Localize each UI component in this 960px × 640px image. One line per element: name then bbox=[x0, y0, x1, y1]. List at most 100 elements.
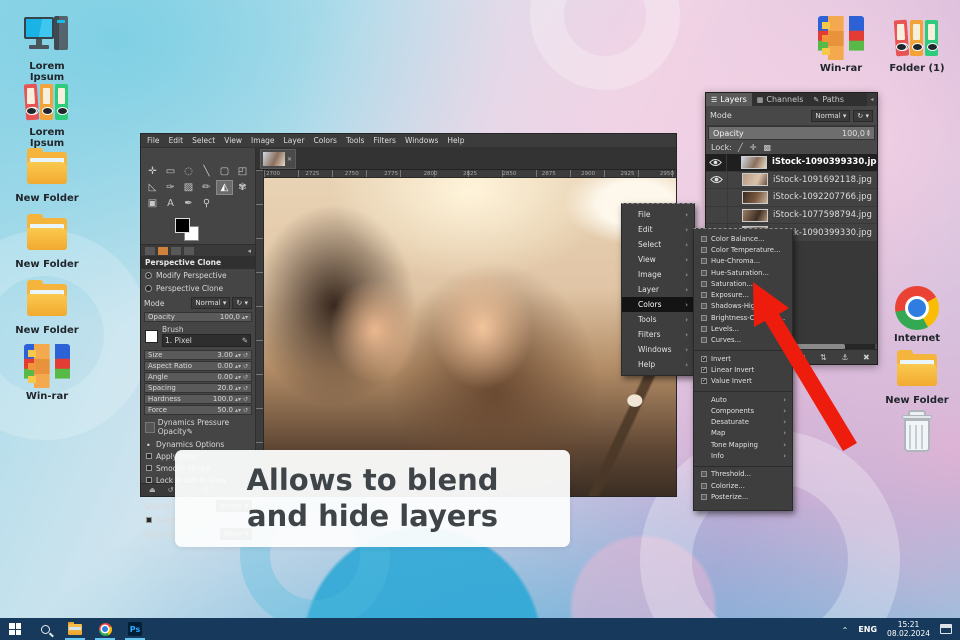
tool-option-slider[interactable]: Hardness 100.0 ▴▾ ↺ bbox=[144, 394, 252, 404]
menu-item[interactable]: Select bbox=[192, 136, 215, 145]
taskbar-explorer-button[interactable] bbox=[60, 618, 90, 640]
menu-item[interactable]: Filters bbox=[373, 136, 395, 145]
submenu-item[interactable]: Brightness-Contrast... › bbox=[694, 312, 792, 323]
checkbox[interactable] bbox=[146, 441, 152, 447]
tool-option-slider[interactable]: Size 3.00 ▴▾ ↺ bbox=[144, 350, 252, 360]
merge-layer-button[interactable]: ⇅ bbox=[820, 353, 827, 362]
mode-dropdown[interactable]: Normal ▾ bbox=[191, 297, 231, 309]
menu-item[interactable]: Edit bbox=[169, 136, 184, 145]
menu-item[interactable]: View bbox=[224, 136, 242, 145]
airbrush-tool-button[interactable]: ✏ bbox=[198, 180, 215, 195]
tool-option-slider[interactable]: Spacing 20.0 ▴▾ ↺ bbox=[144, 383, 252, 393]
eraser-tool-button[interactable]: ▨ bbox=[180, 180, 197, 195]
lock-toggle-icon[interactable]: ▩ bbox=[763, 143, 771, 152]
tool-option-radio[interactable]: Perspective Clone bbox=[141, 282, 255, 295]
visibility-toggle[interactable] bbox=[706, 171, 728, 189]
spinner-icon[interactable]: ▲ ▼ bbox=[867, 129, 870, 137]
radio-dot[interactable] bbox=[145, 272, 152, 279]
context-menu-item[interactable]: Layer › bbox=[622, 282, 694, 297]
delete-layer-button[interactable]: ✖ bbox=[863, 353, 870, 362]
layer-name[interactable]: iStock-1077598794.jpg bbox=[773, 210, 872, 220]
context-menu-item[interactable]: Edit › bbox=[622, 222, 694, 237]
visibility-toggle[interactable] bbox=[706, 154, 727, 171]
measure-tool-button[interactable]: ╲ bbox=[198, 164, 215, 179]
tool-opacity-slider[interactable]: Opacity 100,0 ▴▾ bbox=[144, 312, 252, 322]
layer-name[interactable]: iStock-1092207766.jpg bbox=[773, 192, 872, 202]
submenu-item[interactable]: Exposure... › bbox=[694, 289, 792, 300]
context-menu-item[interactable]: File › bbox=[622, 207, 694, 222]
menu-item[interactable]: Colors bbox=[313, 136, 337, 145]
layer-row[interactable]: iStock-1077598794.jpg bbox=[706, 206, 877, 225]
menu-item[interactable]: Layer bbox=[284, 136, 305, 145]
spinner-icon[interactable]: ▴▾ bbox=[242, 314, 248, 321]
reset-icon[interactable]: ↺ bbox=[243, 374, 248, 381]
checkbox[interactable] bbox=[146, 453, 152, 459]
dock-tab[interactable] bbox=[184, 246, 194, 255]
layer-row[interactable]: iStock-1092207766.jpg bbox=[706, 189, 877, 207]
perspective-clone-tool-button[interactable]: ◭ bbox=[216, 180, 233, 195]
free-select-tool-button[interactable]: ◌ bbox=[180, 164, 197, 179]
menu-item[interactable]: Help bbox=[447, 136, 464, 145]
rectangle-select-tool-button[interactable]: ▭ bbox=[162, 164, 179, 179]
submenu-item[interactable]: Hue-Saturation... › bbox=[694, 267, 792, 278]
desktop-icon[interactable]: Folder (1) bbox=[884, 16, 950, 74]
move-tool-button[interactable]: ✛ bbox=[144, 164, 161, 179]
desktop-icon[interactable]: Lorem Ipsum bbox=[14, 80, 80, 149]
submenu-item[interactable]: Color Balance... › bbox=[694, 233, 792, 244]
spinner-icon[interactable]: ▴▾ bbox=[235, 363, 241, 370]
edit-brush-icon[interactable]: ✎ bbox=[242, 336, 248, 345]
dock-tab[interactable] bbox=[158, 246, 168, 255]
context-menu-item[interactable]: Filters › bbox=[622, 327, 694, 342]
desktop-icon[interactable]: Lorem Ipsum bbox=[14, 14, 80, 83]
lock-toggle-icon[interactable]: ╱ bbox=[738, 143, 743, 152]
context-menu-item[interactable]: Select › bbox=[622, 237, 694, 252]
spinner-icon[interactable]: ▴▾ bbox=[235, 407, 241, 414]
submenu-item[interactable]: Auto › bbox=[694, 394, 792, 405]
desktop-icon[interactable]: New Folder bbox=[14, 212, 80, 278]
desktop-icon[interactable] bbox=[884, 410, 950, 472]
context-menu-item[interactable]: Windows › bbox=[622, 342, 694, 357]
language-indicator[interactable]: ENG bbox=[858, 625, 877, 634]
tool-option-radio[interactable]: Modify Perspective bbox=[141, 269, 255, 282]
close-tab-icon[interactable]: ✕ bbox=[287, 156, 292, 163]
context-menu-item[interactable]: Tools › bbox=[622, 312, 694, 327]
layer-mode-dropdown[interactable]: Normal ▾ bbox=[811, 109, 851, 122]
reset-icon[interactable]: ↺ bbox=[243, 352, 248, 359]
save-preset-icon[interactable]: ⏏ bbox=[149, 486, 156, 494]
submenu-item[interactable]: Curves... › bbox=[694, 335, 792, 346]
layer-opacity-slider[interactable]: Opacity 100,0 ▲ ▼ bbox=[708, 126, 875, 140]
lock-toggle-icon[interactable]: ✛ bbox=[750, 143, 757, 152]
mode-reset-dropdown[interactable]: ↻ ▾ bbox=[232, 297, 252, 309]
visibility-toggle[interactable] bbox=[706, 189, 728, 206]
submenu-item[interactable]: › bbox=[694, 387, 792, 392]
submenu-item[interactable]: Components › bbox=[694, 405, 792, 416]
tray-chevron-icon[interactable]: ⌃ bbox=[842, 626, 849, 635]
desktop-icon[interactable]: New Folder bbox=[14, 146, 80, 212]
submenu-item[interactable]: Colorize... › bbox=[694, 480, 792, 491]
submenu-item[interactable]: Color Temperature... › bbox=[694, 244, 792, 255]
submenu-item[interactable]: Levels... › bbox=[694, 323, 792, 334]
panel-tab[interactable]: ☰ Layers bbox=[706, 93, 752, 106]
ink-tool-button[interactable]: ✒ bbox=[180, 196, 197, 211]
panel-collapse-button[interactable]: ◂ bbox=[867, 93, 877, 106]
layer-name[interactable]: iStock-1090399330.jpg bbox=[772, 157, 877, 167]
text-tool-button[interactable]: A bbox=[162, 196, 179, 211]
desktop-icon[interactable]: New Folder bbox=[884, 348, 950, 410]
photo-canvas[interactable] bbox=[264, 178, 676, 496]
color-swatches[interactable] bbox=[175, 218, 255, 244]
tool-option-slider[interactable]: Angle 0.00 ▴▾ ↺ bbox=[144, 372, 252, 382]
image-tab[interactable]: ✕ bbox=[260, 149, 296, 169]
brush-row[interactable]: Brush 1. Pixel ✎ bbox=[141, 323, 255, 349]
submenu-item[interactable]: Value Invert › bbox=[694, 376, 792, 387]
menu-item[interactable]: Windows bbox=[405, 136, 438, 145]
gradient-tool-button[interactable]: ◺ bbox=[144, 180, 161, 195]
submenu-item[interactable]: Posterize... › bbox=[694, 491, 792, 502]
layer-thumbnail[interactable] bbox=[740, 155, 767, 169]
dock-tab[interactable] bbox=[171, 246, 181, 255]
submenu-item[interactable]: Tone Mapping › bbox=[694, 439, 792, 450]
submenu-item[interactable]: Map › bbox=[694, 428, 792, 439]
desktop-icon[interactable]: Win-rar bbox=[14, 344, 80, 410]
checkbox[interactable] bbox=[146, 465, 152, 471]
submenu-item[interactable]: Desaturate › bbox=[694, 416, 792, 427]
context-menu-item[interactable]: Colors › bbox=[622, 297, 694, 312]
